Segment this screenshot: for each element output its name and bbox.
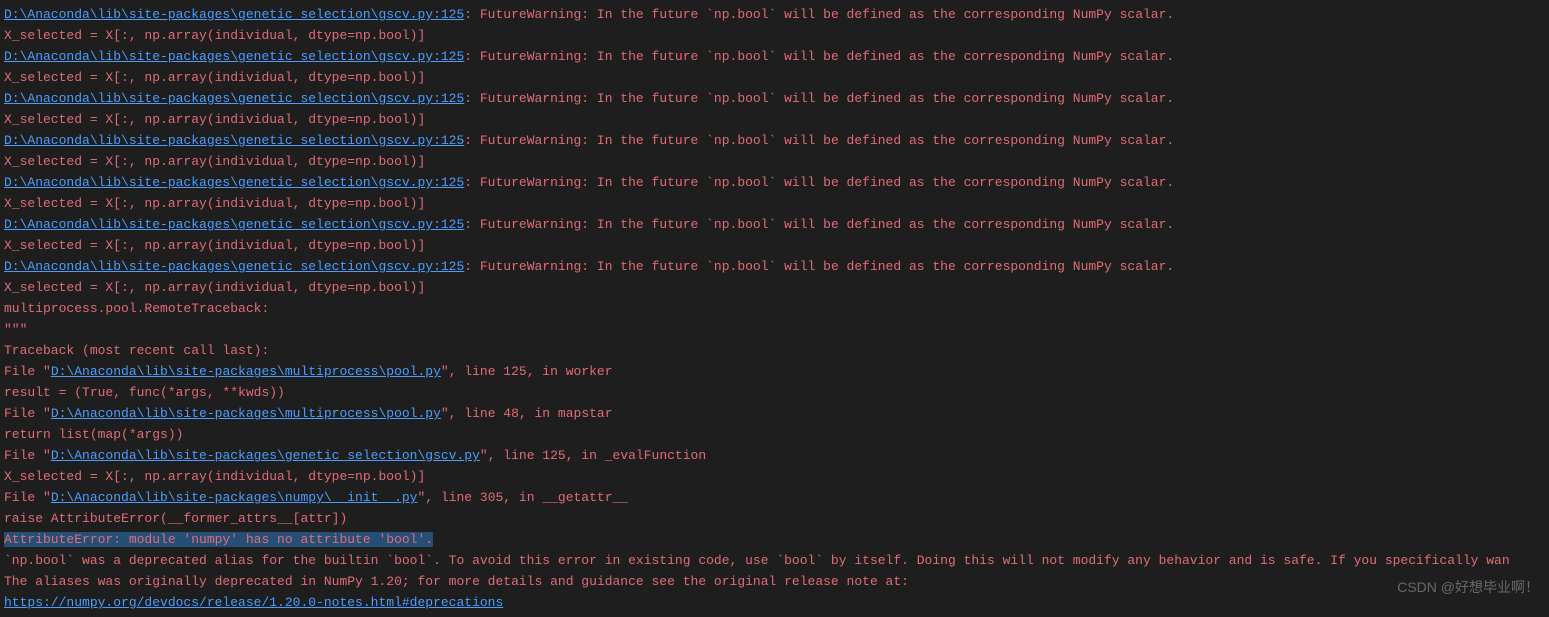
frame-path-link[interactable]: D:\Anaconda\lib\site-packages\multiproce…: [51, 406, 441, 421]
frame-prefix: File ": [4, 448, 51, 463]
error-line: AttributeError: module 'numpy' has no at…: [4, 532, 433, 547]
warning-source-link[interactable]: D:\Anaconda\lib\site-packages\genetic_se…: [4, 217, 464, 232]
warning-message: : FutureWarning: In the future `np.bool`…: [464, 91, 1174, 106]
warning-message: : FutureWarning: In the future `np.bool`…: [464, 133, 1174, 148]
warning-message: : FutureWarning: In the future `np.bool`…: [464, 175, 1174, 190]
warning-source-link[interactable]: D:\Anaconda\lib\site-packages\genetic_se…: [4, 49, 464, 64]
warning-code: X_selected = X[:, np.array(individual, d…: [4, 196, 425, 211]
console-output: D:\Anaconda\lib\site-packages\genetic_se…: [0, 4, 1549, 613]
warning-code: X_selected = X[:, np.array(individual, d…: [4, 28, 425, 43]
remote-traceback-header: multiprocess.pool.RemoteTraceback:: [4, 301, 269, 316]
warning-source-link[interactable]: D:\Anaconda\lib\site-packages\genetic_se…: [4, 175, 464, 190]
warning-message: : FutureWarning: In the future `np.bool`…: [464, 7, 1174, 22]
frame-suffix: ", line 305, in __getattr__: [417, 490, 628, 505]
deprecation-message: The aliases was originally deprecated in…: [4, 574, 909, 589]
warning-source-link[interactable]: D:\Anaconda\lib\site-packages\genetic_se…: [4, 133, 464, 148]
frame-prefix: File ": [4, 406, 51, 421]
frame-path-link[interactable]: D:\Anaconda\lib\site-packages\multiproce…: [51, 364, 441, 379]
warning-code: X_selected = X[:, np.array(individual, d…: [4, 238, 425, 253]
warning-source-link[interactable]: D:\Anaconda\lib\site-packages\genetic_se…: [4, 259, 464, 274]
warning-source-link[interactable]: D:\Anaconda\lib\site-packages\genetic_se…: [4, 7, 464, 22]
traceback-header: Traceback (most recent call last):: [4, 343, 269, 358]
watermark: CSDN @好想毕业啊！: [1397, 577, 1539, 598]
frame-path-link[interactable]: D:\Anaconda\lib\site-packages\genetic_se…: [51, 448, 480, 463]
warning-message: : FutureWarning: In the future `np.bool`…: [464, 49, 1174, 64]
frame-suffix: ", line 125, in worker: [441, 364, 613, 379]
frame-suffix: ", line 48, in mapstar: [441, 406, 613, 421]
triple-quote: """: [4, 322, 27, 337]
warning-source-link[interactable]: D:\Anaconda\lib\site-packages\genetic_se…: [4, 91, 464, 106]
frame-code: result = (True, func(*args, **kwds)): [4, 385, 285, 400]
warning-code: X_selected = X[:, np.array(individual, d…: [4, 280, 425, 295]
warning-code: X_selected = X[:, np.array(individual, d…: [4, 112, 425, 127]
frame-prefix: File ": [4, 364, 51, 379]
frame-path-link[interactable]: D:\Anaconda\lib\site-packages\numpy\__in…: [51, 490, 418, 505]
frame-prefix: File ": [4, 490, 51, 505]
frame-suffix: ", line 125, in _evalFunction: [480, 448, 706, 463]
frame-code: raise AttributeError(__former_attrs__[at…: [4, 511, 347, 526]
frame-code: X_selected = X[:, np.array(individual, d…: [4, 469, 425, 484]
frame-code: return list(map(*args)): [4, 427, 183, 442]
deprecation-message: `np.bool` was a deprecated alias for the…: [4, 553, 1510, 568]
warning-message: : FutureWarning: In the future `np.bool`…: [464, 259, 1174, 274]
warning-code: X_selected = X[:, np.array(individual, d…: [4, 70, 425, 85]
warning-code: X_selected = X[:, np.array(individual, d…: [4, 154, 425, 169]
warning-message: : FutureWarning: In the future `np.bool`…: [464, 217, 1174, 232]
